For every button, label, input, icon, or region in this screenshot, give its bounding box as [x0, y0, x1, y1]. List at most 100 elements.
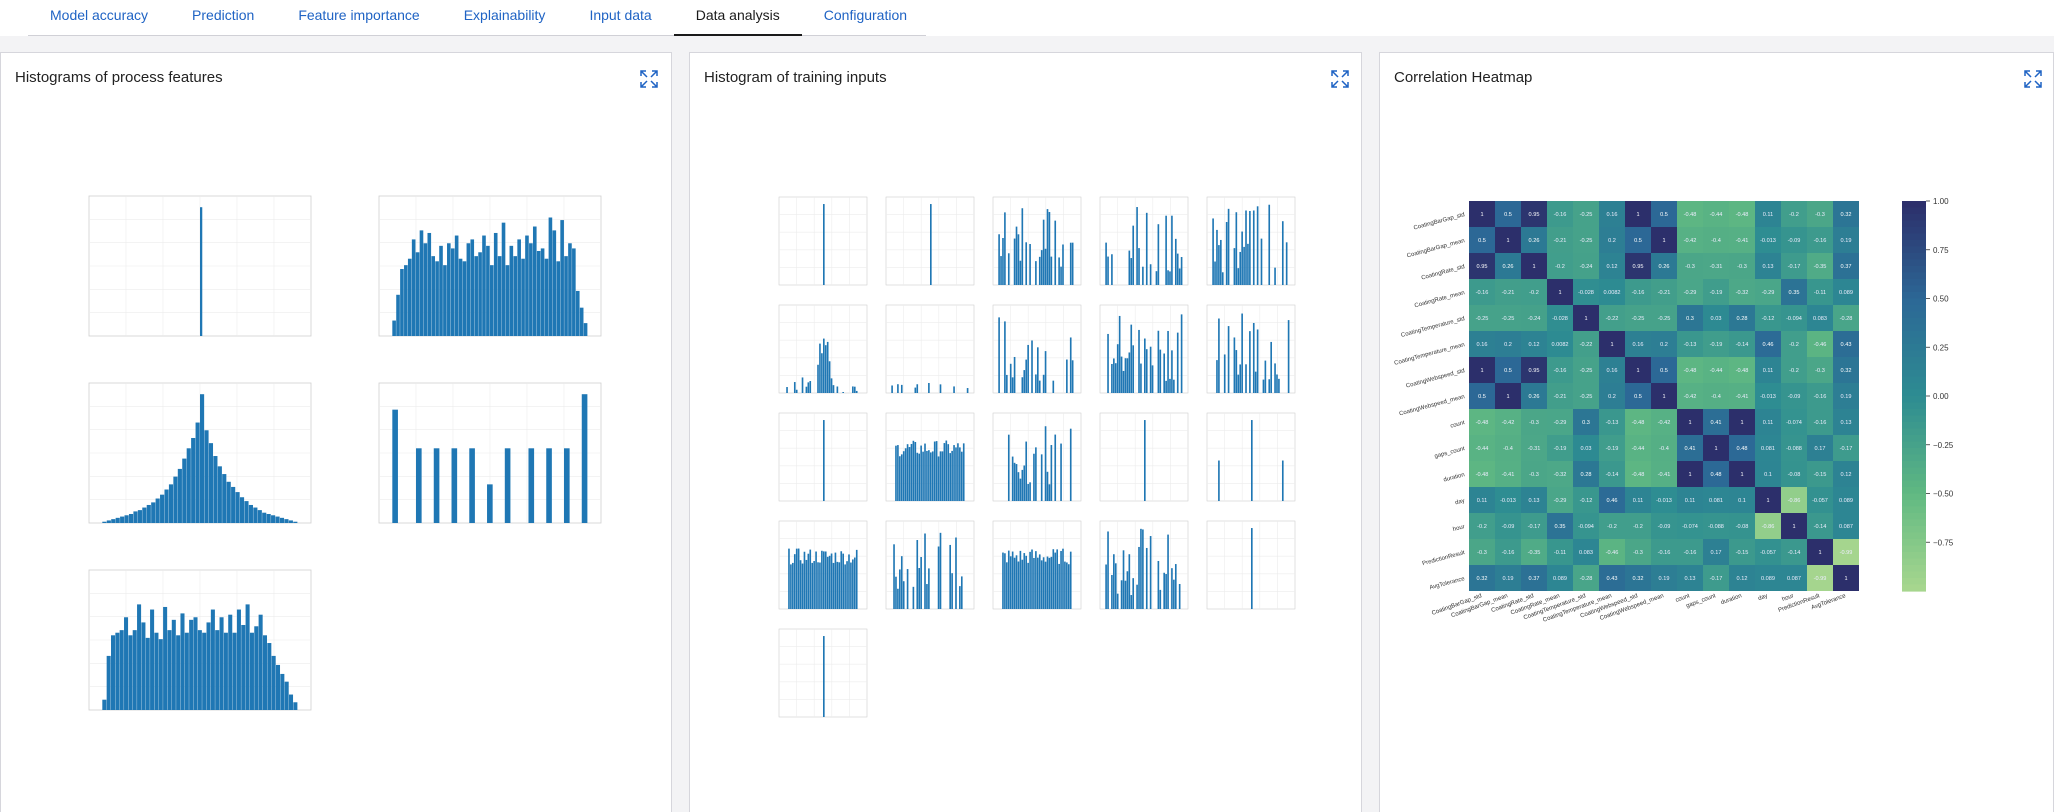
- training-histogram-16-bar: [790, 564, 792, 609]
- process-histogram-5-bar: [206, 622, 211, 710]
- training-histogram-19-bar: [1174, 564, 1177, 609]
- tab-feature-importance[interactable]: Feature importance: [276, 0, 441, 36]
- process-histogram-3-bar: [146, 504, 151, 523]
- training-histogram-19-bar: [1157, 560, 1160, 609]
- training-histogram-12-bar: [914, 442, 917, 501]
- heatmap-cell-value: 0.41: [1685, 446, 1696, 452]
- heatmap-cell-value: 1: [1558, 290, 1561, 296]
- training-histogram-16-bar: [793, 554, 796, 609]
- training-histogram-16-bar: [811, 562, 814, 609]
- heatmap-cell-value: 0.11: [1763, 212, 1773, 218]
- training-histogram-5-bar: [1268, 204, 1271, 285]
- training-histogram-7-bar: [928, 382, 930, 393]
- tab-input-data[interactable]: Input data: [567, 0, 673, 36]
- process-histogram-5-bar: [137, 604, 142, 710]
- heatmap-cell-value: -0.013: [1500, 498, 1516, 504]
- training-histogram-17-bar: [960, 576, 963, 609]
- process-histogram-2-bar: [396, 294, 400, 336]
- training-histogram-16-bar: [853, 557, 856, 609]
- training-histogram-17-bar: [926, 584, 928, 609]
- colorbar-tick-label: 0.75: [1933, 246, 1949, 255]
- process-histogram-3-bar: [231, 486, 236, 523]
- heatmap-cell-value: 0.11: [1633, 498, 1643, 504]
- training-histogram-12-bar: [931, 451, 934, 501]
- heatmap-cell-value: -0.46: [1606, 550, 1619, 556]
- heatmap-cell-value: -0.44: [1710, 368, 1723, 374]
- heatmap-cell-value: 0.2: [1608, 394, 1616, 400]
- training-histogram-3-bar: [1046, 209, 1049, 285]
- heatmap-cell-value: 0.083: [1579, 550, 1593, 556]
- training-histogram-18-bar: [1019, 550, 1022, 609]
- training-histogram-10-bar: [1239, 364, 1242, 393]
- process-histogram-5-bar: [176, 635, 181, 710]
- heatmap-cell-value: 0.087: [1787, 576, 1801, 582]
- heatmap-cell-value: -0.21: [1502, 290, 1515, 296]
- training-histogram-16-bar: [842, 553, 844, 609]
- training-histogram-18-bar: [1067, 564, 1070, 609]
- training-histogram-18-bar: [1025, 555, 1028, 609]
- heatmap-cell-value: 1: [1740, 472, 1743, 478]
- heatmap-cell-value: 1: [1584, 316, 1587, 322]
- training-histogram-10-bar: [1216, 360, 1218, 393]
- process-histogram-3-bar: [204, 430, 209, 523]
- heatmap-cell-value: 0.11: [1477, 498, 1487, 504]
- process-histogram-5-bar: [197, 630, 202, 710]
- colorbar-segment: [1902, 409, 1926, 417]
- heatmap-cell-value: -0.41: [1736, 238, 1749, 244]
- heatmap-cell-value: -0.15: [1814, 472, 1827, 478]
- training-histogram-12-bar: [899, 456, 901, 501]
- process-histogram-3-bar: [173, 476, 178, 523]
- heatmap-cell-value: -0.16: [1814, 238, 1827, 244]
- colorbar-segment: [1902, 519, 1926, 527]
- training-histogram-6-bar: [828, 361, 831, 393]
- heatmap-cell-value: -0.28: [1580, 576, 1593, 582]
- training-histogram-17-bar: [916, 540, 919, 609]
- colorbar-segment: [1902, 448, 1926, 456]
- tab-model-accuracy[interactable]: Model accuracy: [28, 0, 170, 36]
- process-histogram-3-bar: [195, 422, 200, 523]
- training-histogram-9-bar: [1128, 352, 1131, 393]
- process-histogram-5-bar: [115, 632, 120, 710]
- heatmap-cell-value: -0.48: [1476, 420, 1489, 426]
- heatmap-cell-value: -0.25: [1580, 212, 1593, 218]
- heatmap-cell-value: 0.35: [1789, 290, 1800, 296]
- tab-configuration[interactable]: Configuration: [802, 0, 929, 36]
- process-histogram-3-bar: [177, 468, 182, 523]
- colorbar-segment: [1902, 558, 1926, 566]
- process-histogram-2-bar: [415, 252, 420, 336]
- process-histogram-3-bar: [257, 510, 262, 523]
- training-histogram-18-bar: [1007, 550, 1010, 609]
- training-histogram-5-bar: [1220, 239, 1222, 285]
- colorbar-segment: [1902, 201, 1926, 209]
- process-histogram-2-bar: [572, 248, 576, 336]
- training-histogram-16-bar: [828, 555, 831, 609]
- heatmap-cell-value: -0.22: [1580, 342, 1593, 348]
- heatmap-cell-value: 0.083: [1813, 316, 1827, 322]
- colorbar-segment: [1902, 376, 1926, 384]
- process-histogram-5-bar: [202, 632, 207, 710]
- heatmap-row-label: CoatingWebspeed_mean: [1399, 394, 1466, 417]
- colorbar-segment: [1902, 227, 1926, 235]
- training-histogram-3-bar: [1013, 238, 1016, 285]
- process-histogram-2-bar: [497, 256, 502, 336]
- tab-prediction[interactable]: Prediction: [170, 0, 276, 36]
- process-histogram-3-bar: [293, 521, 298, 523]
- process-histogram-3-bar: [235, 492, 240, 523]
- process-histogram-5-bar: [210, 609, 215, 710]
- training-histogram-9-bar: [1122, 370, 1125, 393]
- heatmap-cell-value: -0.09: [1788, 394, 1801, 400]
- training-histogram-9-bar: [1169, 378, 1171, 393]
- heatmap-cell-value: 0.16: [1633, 342, 1644, 348]
- training-histogram-16-bar: [848, 554, 850, 609]
- colorbar-segment: [1902, 240, 1926, 248]
- training-histogram-8-bar: [1025, 359, 1028, 393]
- training-histogram-3-bar: [1050, 256, 1053, 285]
- colorbar-segment: [1902, 272, 1926, 280]
- training-histogram-9-bar: [1118, 315, 1121, 393]
- tab-data-analysis[interactable]: Data analysis: [673, 0, 802, 36]
- heatmap-cell-value: 0.26: [1529, 238, 1540, 244]
- heatmap-cell-value: -0.29: [1554, 420, 1567, 426]
- heatmap-cell-value: -0.2: [1555, 264, 1565, 270]
- tab-explainability[interactable]: Explainability: [442, 0, 568, 36]
- training-histogram-3-bar: [1048, 212, 1051, 285]
